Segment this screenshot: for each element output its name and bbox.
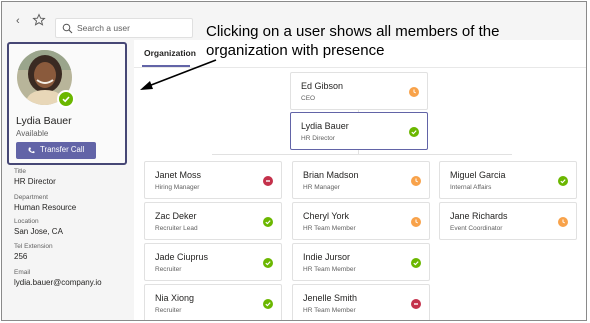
- org-card-report[interactable]: Brian Madson HR Manager: [292, 161, 430, 199]
- available-status-icon: [263, 299, 273, 309]
- title-label: Title: [14, 168, 27, 175]
- search-box[interactable]: Search a user: [55, 18, 193, 38]
- person-name: Brian Madson: [303, 170, 359, 180]
- connector-line: [212, 154, 512, 155]
- app-window: ‹ Search a user Lydia Bauer Available Tr…: [1, 1, 587, 321]
- annotation-arrow-icon: [140, 59, 217, 90]
- away-status-icon: [409, 87, 419, 97]
- location-label: Location: [14, 218, 39, 225]
- org-card-report[interactable]: Miguel Garcia Internal Affairs: [439, 161, 577, 199]
- available-status-icon: [263, 217, 273, 227]
- org-card-manager[interactable]: Ed Gibson CEO: [290, 72, 428, 110]
- person-name: Jane Richards: [450, 211, 508, 221]
- person-role: Recruiter: [155, 307, 182, 314]
- org-card-report[interactable]: Cheryl York HR Team Member: [292, 202, 430, 240]
- star-icon[interactable]: [32, 13, 46, 27]
- profile-status: Available: [16, 129, 49, 138]
- away-status-icon: [558, 217, 568, 227]
- person-name: Ed Gibson: [301, 81, 344, 91]
- person-role: Hiring Manager: [155, 184, 200, 191]
- org-card-report[interactable]: Nia Xiong Recruiter: [144, 284, 282, 320]
- available-status-icon: [57, 90, 75, 108]
- available-status-icon: [263, 258, 273, 268]
- person-name: Lydia Bauer: [301, 121, 349, 131]
- email-label: Email: [14, 269, 31, 276]
- org-card-report[interactable]: Jane Richards Event Coordinator: [439, 202, 577, 240]
- person-name: Janet Moss: [155, 170, 202, 180]
- person-role: CEO: [301, 95, 316, 102]
- person-role: Recruiter Lead: [155, 225, 198, 232]
- org-card-report[interactable]: Zac Deker Recruiter Lead: [144, 202, 282, 240]
- person-name: Miguel Garcia: [450, 170, 506, 180]
- transfer-call-button[interactable]: Transfer Call: [16, 142, 96, 159]
- busy-status-icon: [411, 299, 421, 309]
- available-status-icon: [411, 258, 421, 268]
- person-role: HR Team Member: [303, 266, 356, 273]
- org-card-report[interactable]: Jenelle Smith HR Team Member: [292, 284, 430, 320]
- person-name: Cheryl York: [303, 211, 350, 221]
- tel-extension-label: Tel Extension: [14, 243, 53, 250]
- department-label: Department: [14, 194, 48, 201]
- org-card-selected[interactable]: Lydia Bauer HR Director: [290, 112, 428, 150]
- back-arrow-icon[interactable]: ‹: [16, 16, 24, 27]
- person-role: Internal Affairs: [450, 184, 492, 191]
- away-status-icon: [411, 217, 421, 227]
- busy-status-icon: [263, 176, 273, 186]
- available-status-icon: [409, 127, 419, 137]
- available-status-icon: [558, 176, 568, 186]
- transfer-call-label: Transfer Call: [40, 145, 85, 154]
- person-role: HR Manager: [303, 184, 340, 191]
- org-card-report[interactable]: Janet Moss Hiring Manager: [144, 161, 282, 199]
- annotation-callout: Clicking on a user shows all members of …: [206, 23, 500, 59]
- person-role: HR Director: [301, 135, 335, 142]
- away-status-icon: [411, 176, 421, 186]
- person-role: Recruiter: [155, 266, 182, 273]
- phone-transfer-icon: [28, 147, 35, 154]
- department-value: Human Resource: [14, 203, 77, 212]
- person-name: Jade Ciuprus: [155, 252, 209, 262]
- profile-panel: Lydia Bauer Available Transfer Call Titl…: [2, 40, 134, 320]
- person-name: Jenelle Smith: [303, 293, 358, 303]
- profile-card: Lydia Bauer Available Transfer Call: [7, 42, 127, 165]
- person-role: HR Team Member: [303, 225, 356, 232]
- person-name: Nia Xiong: [155, 293, 195, 303]
- email-value[interactable]: lydia.bauer@company.io: [14, 278, 102, 287]
- org-card-report[interactable]: Indie Jursor HR Team Member: [292, 243, 430, 281]
- profile-name: Lydia Bauer: [16, 115, 72, 127]
- location-value: San Jose, CA: [14, 227, 63, 236]
- search-icon: [62, 23, 73, 34]
- org-card-report[interactable]: Jade Ciuprus Recruiter: [144, 243, 282, 281]
- person-name: Indie Jursor: [303, 252, 351, 262]
- person-role: Event Coordinator: [450, 225, 503, 232]
- person-name: Zac Deker: [155, 211, 197, 221]
- tel-extension-value: 256: [14, 252, 28, 261]
- title-value: HR Director: [14, 177, 56, 186]
- search-placeholder[interactable]: Search a user: [77, 23, 130, 33]
- person-role: HR Team Member: [303, 307, 356, 314]
